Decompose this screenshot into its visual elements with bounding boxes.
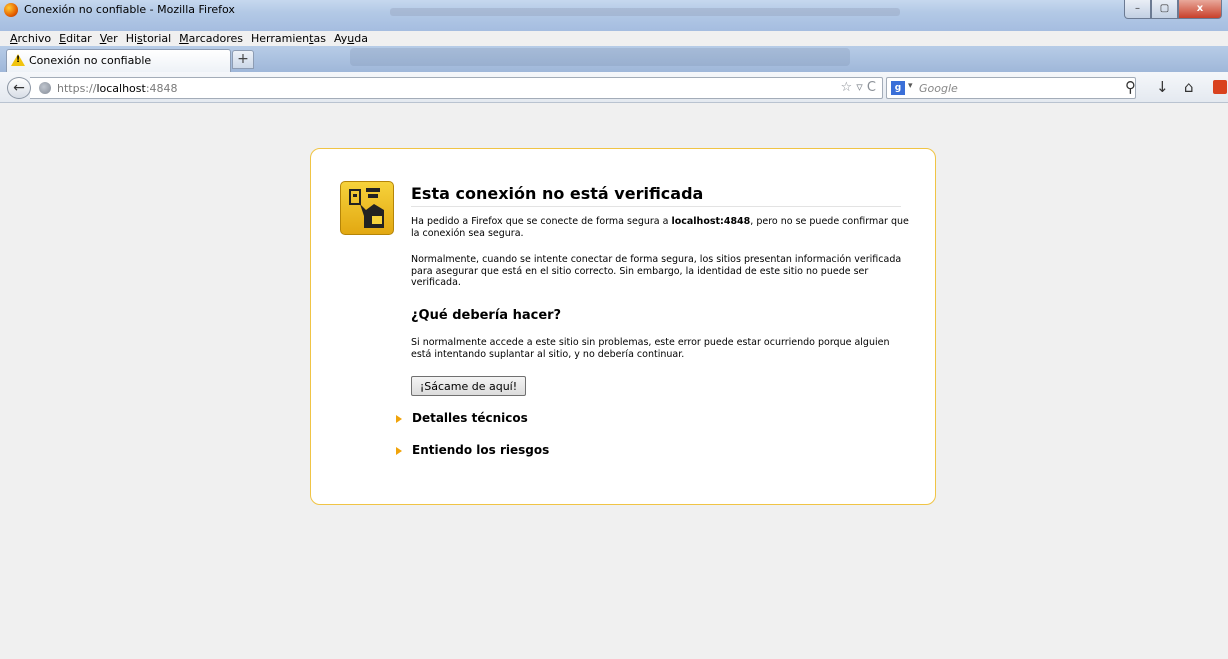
understand-risks-expander[interactable]: Entiendo los riesgos: [396, 443, 549, 457]
title-bar-background: [390, 8, 900, 16]
home-icon[interactable]: ⌂: [1184, 78, 1194, 96]
search-bar[interactable]: g ▾ Google: [886, 77, 1136, 99]
google-logo-icon[interactable]: g: [891, 81, 905, 95]
bookmark-star-icon[interactable]: ☆ ▿ C: [840, 80, 876, 95]
expand-arrow-icon: [396, 446, 402, 455]
error-page-container: Esta conexión no está verificada Ha pedi…: [310, 148, 936, 505]
back-button[interactable]: ←: [7, 77, 31, 99]
certificate-officer-icon: [340, 181, 394, 235]
window-title-bar: Conexión no confiable - Mozilla Firefox …: [0, 0, 1228, 31]
technical-details-expander[interactable]: Detalles técnicos: [396, 411, 528, 425]
expand-arrow-icon: [396, 414, 402, 423]
window-controls: – ▢ x: [1124, 0, 1222, 19]
tab-conexion-no-confiable[interactable]: Conexión no confiable: [6, 49, 231, 72]
menu-item-archivo[interactable]: Archivo: [6, 31, 55, 46]
new-tab-button[interactable]: +: [232, 50, 254, 69]
menu-item-editar[interactable]: Editar: [55, 31, 96, 46]
tab-label: Conexión no confiable: [29, 54, 152, 67]
what-should-i-do-heading: ¿Qué debería hacer?: [411, 308, 562, 323]
title-divider: [411, 206, 901, 207]
url-bar[interactable]: https://localhost:4848 ☆ ▿ C: [30, 77, 883, 99]
url-text[interactable]: https://localhost:4848: [57, 82, 178, 95]
tab-strip: Conexión no confiable +: [0, 46, 1228, 72]
error-description: Ha pedido a Firefox que se conecte de fo…: [411, 216, 909, 239]
advice-text: Si normalmente accede a este sitio sin p…: [411, 337, 890, 360]
error-explanation: Normalmente, cuando se intente conectar …: [411, 254, 902, 288]
navigation-toolbar: https://localhost:4848 ☆ ▿ C ← g ▾ Googl…: [0, 72, 1228, 103]
addon-icon[interactable]: [1213, 80, 1227, 94]
menu-item-marcadores[interactable]: Marcadores: [175, 31, 247, 46]
error-title: Esta conexión no está verificada: [411, 184, 704, 203]
maximize-button[interactable]: ▢: [1151, 0, 1178, 19]
menu-item-herramientas[interactable]: Herramientas: [247, 31, 330, 46]
firefox-logo-icon: [4, 3, 18, 17]
search-icon[interactable]: ⚲: [1125, 78, 1136, 96]
menu-item-historial[interactable]: Historial: [122, 31, 175, 46]
warning-icon: [11, 54, 25, 66]
close-button[interactable]: x: [1178, 0, 1222, 19]
get-me-out-button[interactable]: ¡Sácame de aquí!: [411, 376, 526, 396]
search-placeholder[interactable]: Google: [919, 82, 958, 95]
chevron-down-icon[interactable]: ▾: [908, 81, 913, 91]
menu-item-ver[interactable]: Ver: [96, 31, 122, 46]
minimize-button[interactable]: –: [1124, 0, 1151, 19]
download-icon[interactable]: ↓: [1156, 78, 1169, 96]
globe-icon[interactable]: [39, 82, 51, 94]
menu-bar: Archivo Editar Ver Historial Marcadores Herra…: [6, 31, 376, 46]
tab-strip-background: [350, 48, 850, 66]
menu-item-ayuda[interactable]: Ayuda: [330, 31, 372, 46]
window-title: Conexión no confiable - Mozilla Firefox: [24, 3, 235, 16]
